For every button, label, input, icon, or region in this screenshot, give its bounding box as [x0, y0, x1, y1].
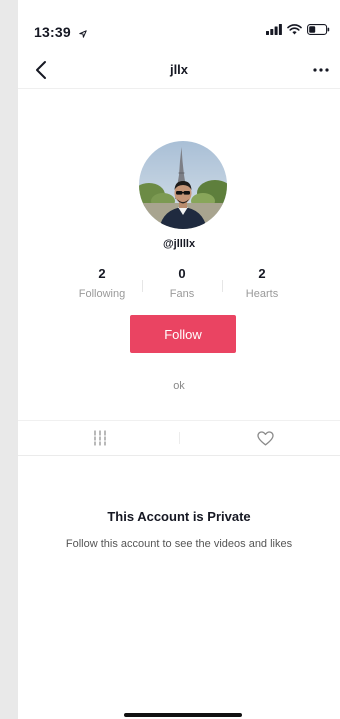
- profile-handle: @jllllx: [162, 238, 196, 250]
- stat-hearts[interactable]: 2 Hearts: [222, 266, 302, 300]
- follow-button[interactable]: Follow: [130, 315, 236, 353]
- avatar-photo: [139, 141, 227, 229]
- stat-following-value: 2: [98, 266, 106, 281]
- status-bar: 13:39: [18, 0, 340, 60]
- content-tabs: [18, 420, 340, 456]
- tab-liked[interactable]: [179, 421, 340, 455]
- stat-following-label: Following: [78, 288, 126, 300]
- stat-fans-value: 0: [178, 266, 186, 281]
- profile-stats: 2 Following 0 Fans 2 Hearts: [62, 266, 302, 306]
- nav-title: jllx: [169, 62, 189, 77]
- more-button[interactable]: [312, 60, 330, 80]
- profile-screen: 13:39 jllx @jllllx 2 Following 0 Fans 2 …: [18, 0, 340, 719]
- battery-icon: [307, 24, 330, 35]
- videos-grid-icon: [94, 430, 106, 446]
- stat-hearts-value: 2: [258, 266, 266, 281]
- status-time-text: 13:39: [34, 24, 71, 40]
- home-indicator: [124, 713, 242, 717]
- wifi-icon: [287, 24, 302, 35]
- more-horizontal-icon: [313, 68, 329, 72]
- stat-following[interactable]: 2 Following: [62, 266, 142, 300]
- signal-icon: [266, 24, 282, 35]
- tab-videos[interactable]: [18, 421, 179, 455]
- stat-fans-label: Fans: [169, 288, 195, 300]
- system-icons: [266, 24, 330, 35]
- liked-heart-icon: [257, 431, 274, 446]
- private-account-subtitle: Follow this account to see the videos an…: [65, 538, 293, 550]
- location-arrow-icon: [79, 30, 87, 38]
- stat-hearts-label: Hearts: [245, 288, 279, 300]
- stat-fans[interactable]: 0 Fans: [142, 266, 222, 300]
- profile-bio: ok: [173, 380, 185, 392]
- status-time: 13:39: [34, 24, 87, 40]
- avatar[interactable]: [139, 141, 227, 229]
- private-account-title: This Account is Private: [107, 509, 251, 524]
- nav-bar: jllx: [18, 52, 340, 89]
